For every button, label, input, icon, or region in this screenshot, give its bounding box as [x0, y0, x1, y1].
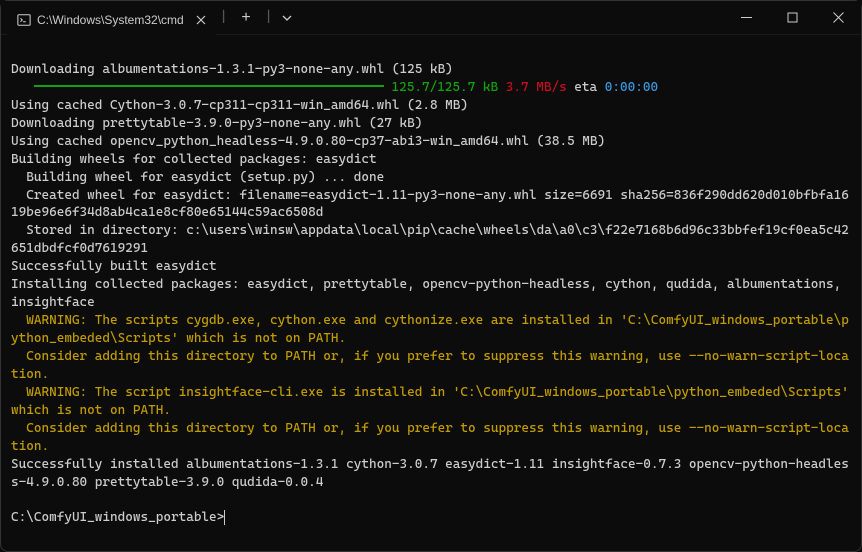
progress-bar [34, 85, 384, 87]
terminal-icon [17, 13, 31, 27]
warning-line: WARNING: The scripts cygdb.exe, cython.e… [11, 313, 849, 346]
tab-title: C:\Windows\System32\cmd [37, 13, 184, 27]
warning-line: Consider adding this directory to PATH o… [11, 421, 849, 454]
titlebar: C:\Windows\System32\cmd | + | [1, 1, 861, 35]
minimize-button[interactable] [723, 1, 769, 35]
progress-bytes: 125.7/125.7 kB [391, 80, 498, 95]
tab-cmd[interactable]: C:\Windows\System32\cmd [7, 5, 216, 35]
output-line: Downloading albumentations-1.3.1-py3-non… [11, 62, 453, 77]
close-button[interactable] [815, 1, 861, 35]
warning-line: WARNING: The script insightface-cli.exe … [11, 385, 857, 418]
output-line: Building wheels for collected packages: … [11, 152, 377, 167]
output-line: Downloading prettytable-3.9.0-py3-none-a… [11, 116, 422, 131]
prompt: C:\ComfyUI_windows_portable> [11, 510, 224, 525]
progress-eta: 0:00:00 [605, 80, 658, 95]
cursor [224, 510, 225, 525]
progress-eta-label: eta [567, 80, 605, 95]
tab-divider: | [216, 10, 232, 25]
terminal-output[interactable]: Downloading albumentations-1.3.1-py3-non… [1, 35, 861, 527]
maximize-button[interactable] [769, 1, 815, 35]
tab-divider-2: | [261, 10, 277, 25]
output-line: Stored in directory: c:\users\winsw\appd… [11, 223, 849, 256]
warning-line: Consider adding this directory to PATH o… [11, 349, 849, 382]
output-line: Successfully installed albumentations-1.… [11, 457, 849, 490]
output-line: Installing collected packages: easydict,… [11, 277, 849, 310]
output-line: Building wheel for easydict (setup.py) .… [11, 170, 384, 185]
window-controls [723, 1, 861, 34]
tab-dropdown-button[interactable] [276, 13, 298, 23]
output-line: 125.7/125.7 kB 3.7 MB/s eta 0:00:00 [11, 80, 658, 95]
output-line: Successfully built easydict [11, 259, 217, 274]
output-line: Created wheel for easydict: filename=eas… [11, 188, 849, 221]
output-line: Using cached opencv_python_headless-4.9.… [11, 134, 605, 149]
new-tab-button[interactable]: + [231, 9, 260, 27]
tab-close-button[interactable] [196, 15, 206, 25]
output-line: Using cached Cython-3.0.7-cp311-cp311-wi… [11, 98, 468, 113]
progress-speed: 3.7 MB/s [498, 80, 567, 95]
tab-strip: C:\Windows\System32\cmd | + | [1, 1, 298, 34]
